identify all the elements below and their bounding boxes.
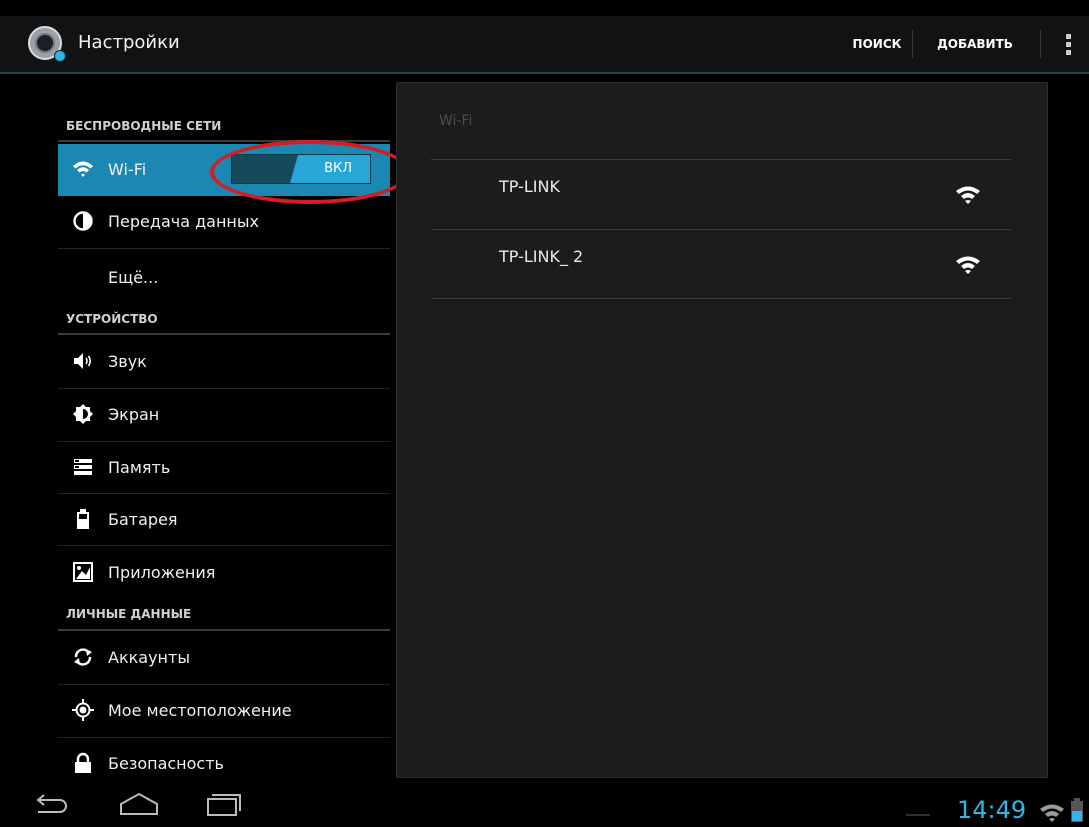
home-icon[interactable] — [116, 784, 162, 827]
apps-icon — [73, 562, 93, 582]
system-navigation-bar: 14:49 — [0, 784, 1089, 827]
network-name: TP-LINK — [499, 177, 560, 196]
status-dash-icon — [906, 814, 930, 816]
wifi-signal-icon — [956, 186, 980, 204]
sidebar-item-storage[interactable]: Память — [58, 442, 390, 494]
sidebar-item-more[interactable]: Ещё... — [58, 250, 390, 302]
app-title: Настройки — [78, 32, 180, 53]
sidebar-item-label: Ещё... — [108, 268, 159, 287]
action-separator — [1040, 30, 1041, 58]
storage-icon — [74, 459, 92, 475]
section-line — [58, 333, 390, 335]
location-icon — [72, 699, 94, 721]
sidebar-item-display[interactable]: Экран — [58, 389, 390, 441]
wifi-signal-icon — [956, 256, 980, 274]
action-bar: Настройки ПОИСК ДОБАВИТЬ СЕТЬ — [0, 16, 1089, 107]
sidebar-item-security[interactable]: Безопасность — [58, 738, 390, 790]
section-header-wireless: БЕСПРОВОДНЫЕ СЕТИ — [66, 119, 222, 133]
divider — [431, 298, 1011, 299]
sidebar-item-battery[interactable]: Батарея — [58, 494, 390, 546]
battery-icon — [77, 509, 89, 529]
brightness-icon — [73, 404, 93, 424]
sync-icon — [74, 648, 92, 666]
sidebar-item-label: Звук — [108, 352, 147, 371]
section-line — [58, 629, 390, 631]
section-header-device: УСТРОЙСТВО — [66, 312, 158, 326]
sidebar-item-label: Wi-Fi — [108, 160, 147, 179]
annotation-ellipse — [210, 140, 410, 204]
settings-app-icon[interactable] — [28, 26, 66, 62]
wifi-detail-pane: Wi-Fi TP-LINK TP-LINK_ 2 — [396, 82, 1048, 778]
sidebar-item-label: Аккаунты — [108, 648, 190, 667]
divider — [431, 159, 1011, 160]
wifi-icon — [73, 161, 93, 177]
status-battery-icon — [1071, 798, 1083, 822]
sidebar-item-sound[interactable]: Звук — [58, 336, 390, 388]
sidebar-item-location[interactable]: Мое местоположение — [58, 685, 390, 737]
divider — [431, 229, 1011, 230]
divider — [58, 248, 390, 249]
speaker-icon — [74, 353, 92, 369]
sidebar-item-data-usage[interactable]: Передача данных — [58, 196, 390, 248]
lock-icon — [75, 752, 91, 773]
divider — [58, 545, 390, 546]
network-name: TP-LINK_ 2 — [499, 247, 584, 266]
data-usage-icon — [73, 211, 93, 231]
sidebar-item-label: Передача данных — [108, 212, 259, 231]
status-wifi-icon — [1040, 804, 1064, 822]
sidebar-item-label: Память — [108, 458, 171, 477]
sidebar-item-label: Экран — [108, 405, 160, 424]
detail-title: Wi-Fi — [439, 113, 473, 129]
sidebar-item-label: Мое местоположение — [108, 701, 292, 720]
search-button[interactable]: ПОИСК — [846, 16, 908, 72]
add-network-button[interactable]: ДОБАВИТЬ СЕТЬ — [918, 16, 1032, 107]
section-header-personal: ЛИЧНЫЕ ДАННЫЕ — [66, 607, 192, 621]
action-separator — [912, 30, 913, 58]
sidebar-item-label: Батарея — [108, 510, 178, 529]
sidebar-item-accounts[interactable]: Аккаунты — [58, 632, 390, 684]
sidebar-item-label: Безопасность — [108, 754, 224, 773]
overflow-menu-icon[interactable] — [1066, 34, 1072, 56]
recent-apps-icon[interactable] — [204, 784, 244, 827]
sidebar-item-label: Приложения — [108, 563, 216, 582]
sidebar-item-apps[interactable]: Приложения — [58, 547, 390, 599]
back-icon[interactable] — [30, 784, 72, 827]
status-clock: 14:49 — [957, 796, 1027, 824]
